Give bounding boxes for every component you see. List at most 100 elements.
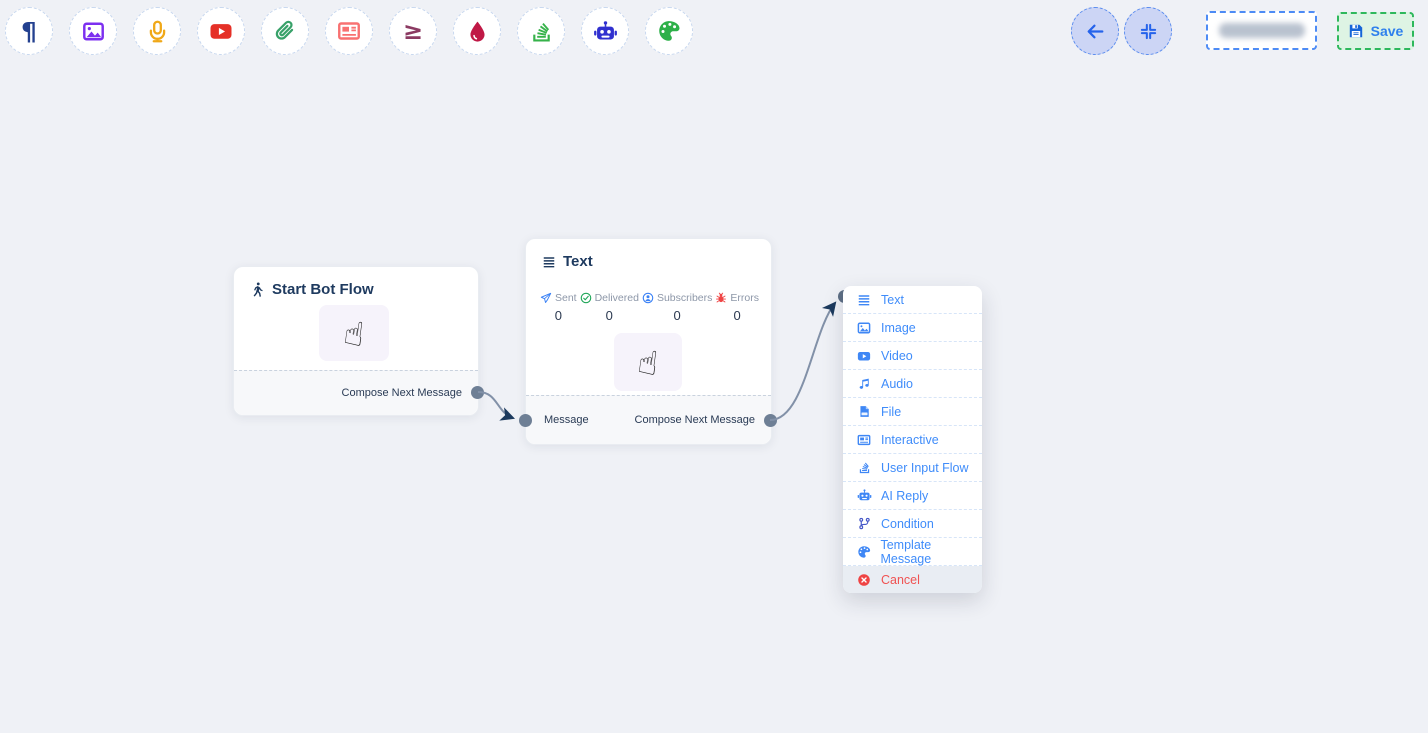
menu-item-label: Template Message — [880, 538, 982, 566]
stat-value: 0 — [734, 308, 741, 323]
menu-item-label: Cancel — [881, 573, 920, 587]
video-icon — [856, 349, 872, 363]
menu-item-user-input-flow[interactable]: User Input Flow — [843, 454, 982, 482]
toolbar-button-audio[interactable] — [133, 7, 181, 55]
toolbar-button-interactive[interactable] — [325, 7, 373, 55]
start-node-header: Start Bot Flow — [250, 281, 462, 298]
start-bot-flow-node[interactable]: Start Bot Flow ☝ Compose Next Message — [233, 266, 479, 416]
toolbar-button-user-input-flow[interactable] — [517, 7, 565, 55]
text-node-output-label: Compose Next Message — [635, 414, 755, 426]
text-node-header: Text — [542, 253, 755, 270]
menu-item-image[interactable]: Image — [843, 314, 982, 342]
stat-label: Errors — [730, 292, 759, 304]
stat-value: 0 — [606, 308, 613, 323]
menu-item-label: Condition — [881, 517, 934, 531]
text-node-input-label: Message — [544, 414, 589, 426]
text-node-input-handle[interactable] — [519, 414, 532, 427]
stat-label: Sent — [555, 292, 577, 304]
text-node-drag-area[interactable]: ☝ — [614, 333, 682, 391]
back-button[interactable] — [1071, 7, 1119, 55]
image-icon — [856, 321, 872, 335]
image-icon — [82, 20, 105, 43]
menu-item-audio[interactable]: Audio — [843, 370, 982, 398]
flow-name-input[interactable] — [1206, 11, 1317, 50]
menu-item-cancel[interactable]: Cancel — [843, 566, 982, 593]
text-node-output-handle[interactable] — [764, 414, 777, 427]
code-branch-icon — [856, 517, 872, 530]
edge-start-to-text — [478, 392, 513, 418]
file-icon — [856, 405, 872, 418]
send-icon — [540, 292, 552, 304]
newspaper-icon — [856, 433, 872, 447]
person-walking-icon — [250, 282, 265, 297]
menu-item-label: Image — [881, 321, 916, 335]
stack-overflow-icon — [530, 20, 553, 43]
add-node-context-menu: Text Image Video Audio File Interactive … — [843, 286, 982, 593]
stat-delivered: Delivered 0 — [580, 292, 639, 323]
menu-item-label: File — [881, 405, 901, 419]
user-circle-icon — [642, 292, 654, 304]
fit-view-button[interactable] — [1124, 7, 1172, 55]
hand-pointer-icon: ☝ — [635, 341, 660, 382]
check-circle-icon — [580, 292, 592, 304]
toolbar-button-image[interactable] — [69, 7, 117, 55]
menu-item-text[interactable]: Text — [843, 286, 982, 314]
toolbar-button-ai-reply[interactable] — [581, 7, 629, 55]
robot-icon — [593, 19, 618, 44]
menu-item-label: Text — [881, 293, 904, 307]
save-button[interactable]: Save — [1337, 12, 1414, 50]
toolbar-button-condition[interactable]: ≥ — [389, 7, 437, 55]
palette-icon — [856, 545, 871, 559]
text-node-title: Text — [563, 253, 593, 270]
start-node-footer: Compose Next Message — [234, 370, 478, 415]
justify-icon — [542, 255, 556, 269]
microphone-icon — [146, 20, 169, 43]
stat-label: Delivered — [595, 292, 639, 304]
stat-errors: Errors 0 — [715, 292, 759, 323]
paragraph-icon: ¶ — [21, 19, 37, 44]
robot-icon — [856, 488, 872, 503]
toolbar-button-video[interactable] — [197, 7, 245, 55]
droplet-icon — [466, 20, 489, 43]
start-node-title: Start Bot Flow — [272, 281, 374, 298]
menu-item-ai-reply[interactable]: AI Reply — [843, 482, 982, 510]
start-node-drag-area[interactable]: ☝ — [319, 305, 389, 361]
menu-item-label: Audio — [881, 377, 913, 391]
justify-icon — [856, 293, 872, 307]
newspaper-icon — [337, 19, 361, 43]
youtube-icon — [209, 19, 233, 43]
floppy-disk-icon — [1348, 23, 1364, 39]
start-node-output-label: Compose Next Message — [342, 387, 462, 399]
compress-icon — [1139, 22, 1158, 41]
stat-subscribers: Subscribers 0 — [642, 292, 712, 323]
stat-label: Subscribers — [657, 292, 712, 304]
text-node[interactable]: Text Sent 0 Delivered 0 Subscribers 0 Er… — [525, 238, 772, 445]
menu-item-video[interactable]: Video — [843, 342, 982, 370]
stat-value: 0 — [674, 308, 681, 323]
stack-overflow-icon — [856, 461, 872, 474]
stat-sent: Sent 0 — [540, 292, 577, 323]
toolbar-button-drip[interactable] — [453, 7, 501, 55]
menu-item-label: Interactive — [881, 433, 939, 447]
music-note-icon — [856, 377, 872, 391]
toolbar-button-template[interactable] — [645, 7, 693, 55]
text-node-stats: Sent 0 Delivered 0 Subscribers 0 Errors … — [540, 292, 759, 323]
menu-item-template-message[interactable]: Template Message — [843, 538, 982, 566]
menu-item-label: Video — [881, 349, 913, 363]
circle-xmark-icon — [856, 573, 872, 587]
greater-equal-icon: ≥ — [403, 19, 423, 43]
edge-text-to-menu — [770, 303, 835, 420]
menu-item-interactive[interactable]: Interactive — [843, 426, 982, 454]
redacted-flow-name — [1219, 23, 1305, 38]
start-node-output-handle[interactable] — [471, 386, 484, 399]
save-button-label: Save — [1371, 23, 1404, 39]
toolbar-button-text[interactable]: ¶ — [5, 7, 53, 55]
menu-item-file[interactable]: File — [843, 398, 982, 426]
stat-value: 0 — [555, 308, 562, 323]
text-node-footer: Message Compose Next Message — [526, 395, 771, 444]
toolbar-button-file[interactable] — [261, 7, 309, 55]
arrow-left-icon — [1085, 21, 1106, 42]
menu-item-condition[interactable]: Condition — [843, 510, 982, 538]
bug-icon — [715, 292, 727, 304]
palette-icon — [657, 19, 681, 43]
